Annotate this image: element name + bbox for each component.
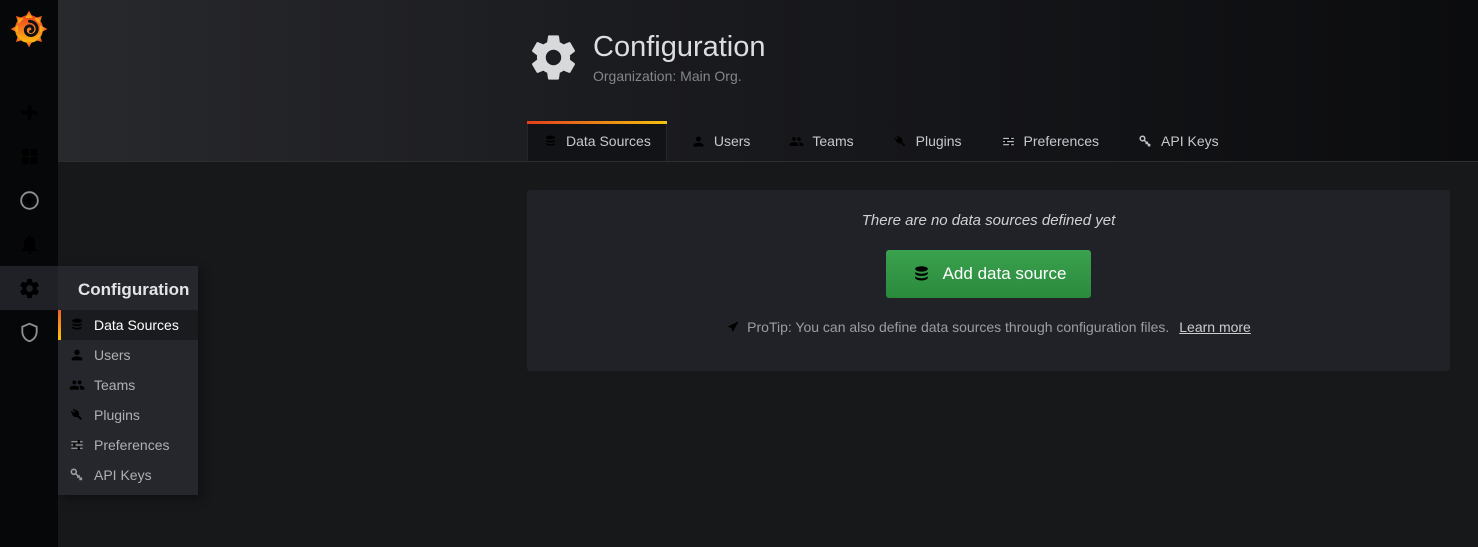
page-title: Configuration <box>593 31 766 64</box>
tab-data-sources[interactable]: Data Sources <box>527 121 667 161</box>
flyout-title: Configuration <box>58 266 198 310</box>
plug-icon <box>69 407 85 423</box>
dashboards-grid-icon <box>18 145 41 168</box>
data-sources-empty-panel: There are no data sources defined yet Ad… <box>527 190 1450 371</box>
learn-more-link[interactable]: Learn more <box>1179 319 1251 335</box>
gear-icon <box>18 277 41 300</box>
flyout-item-users[interactable]: Users <box>58 340 198 370</box>
flyout-item-data-sources[interactable]: Data Sources <box>58 310 198 340</box>
user-icon <box>69 347 85 363</box>
sidebar-item-alerting[interactable] <box>0 222 58 266</box>
flyout-item-label: Preferences <box>94 437 169 453</box>
tab-bar: Data Sources Users Teams Plugins Prefere… <box>527 121 1243 161</box>
flyout-item-label: Plugins <box>94 407 140 423</box>
add-data-source-button[interactable]: Add data source <box>886 250 1092 298</box>
flyout-item-label: Teams <box>94 377 135 393</box>
key-icon <box>1138 134 1153 149</box>
tab-api-keys[interactable]: API Keys <box>1123 122 1234 161</box>
database-icon <box>543 134 558 149</box>
shield-icon <box>18 321 41 344</box>
flyout-item-preferences[interactable]: Preferences <box>58 430 198 460</box>
page: Configuration Organization: Main Org. Da… <box>58 0 1478 547</box>
sidebar-item-create[interactable] <box>0 90 58 134</box>
page-header-text: Configuration Organization: Main Org. <box>593 31 766 84</box>
user-icon <box>691 134 706 149</box>
page-subtitle: Organization: Main Org. <box>593 68 766 84</box>
protip: ProTip: You can also define data sources… <box>726 319 1251 335</box>
users-icon <box>789 134 804 149</box>
bell-icon <box>18 233 41 256</box>
sidebar <box>0 0 58 547</box>
sliders-icon <box>1001 134 1016 149</box>
protip-text: ProTip: You can also define data sources… <box>747 319 1169 335</box>
plus-icon <box>18 101 41 124</box>
users-icon <box>69 377 85 393</box>
sidebar-nav <box>0 90 58 354</box>
flyout-item-teams[interactable]: Teams <box>58 370 198 400</box>
page-content: There are no data sources defined yet Ad… <box>58 162 1478 547</box>
tab-label: Teams <box>812 133 853 149</box>
flyout-item-plugins[interactable]: Plugins <box>58 400 198 430</box>
page-header-content: Configuration Organization: Main Org. <box>527 31 766 84</box>
tab-teams[interactable]: Teams <box>774 122 868 161</box>
tab-label: Preferences <box>1024 133 1099 149</box>
sidebar-item-explore[interactable] <box>0 178 58 222</box>
flyout-item-label: Data Sources <box>94 317 179 333</box>
tab-label: Users <box>714 133 751 149</box>
flyout-item-label: API Keys <box>94 467 152 483</box>
sidebar-item-configuration[interactable] <box>0 266 58 310</box>
sliders-icon <box>69 437 85 453</box>
sidebar-item-server-admin[interactable] <box>0 310 58 354</box>
rocket-icon <box>726 320 740 334</box>
tab-preferences[interactable]: Preferences <box>986 122 1114 161</box>
tab-label: API Keys <box>1161 133 1219 149</box>
tab-users[interactable]: Users <box>676 122 766 161</box>
sidebar-item-dashboards[interactable] <box>0 134 58 178</box>
plug-icon <box>893 134 908 149</box>
flyout-item-label: Users <box>94 347 131 363</box>
key-icon <box>69 467 85 483</box>
tab-plugins[interactable]: Plugins <box>878 122 977 161</box>
database-icon <box>69 317 85 333</box>
grafana-logo[interactable] <box>0 0 58 52</box>
empty-state-message: There are no data sources defined yet <box>862 212 1116 229</box>
database-icon <box>911 264 932 285</box>
page-header: Configuration Organization: Main Org. Da… <box>58 0 1478 162</box>
tab-label: Data Sources <box>566 133 651 149</box>
configuration-flyout: Configuration Data Sources Users Teams P… <box>58 266 198 495</box>
compass-icon <box>18 189 41 212</box>
flyout-item-api-keys[interactable]: API Keys <box>58 460 198 490</box>
tab-label: Plugins <box>916 133 962 149</box>
gear-icon <box>527 31 580 84</box>
add-data-source-button-label: Add data source <box>943 264 1067 284</box>
